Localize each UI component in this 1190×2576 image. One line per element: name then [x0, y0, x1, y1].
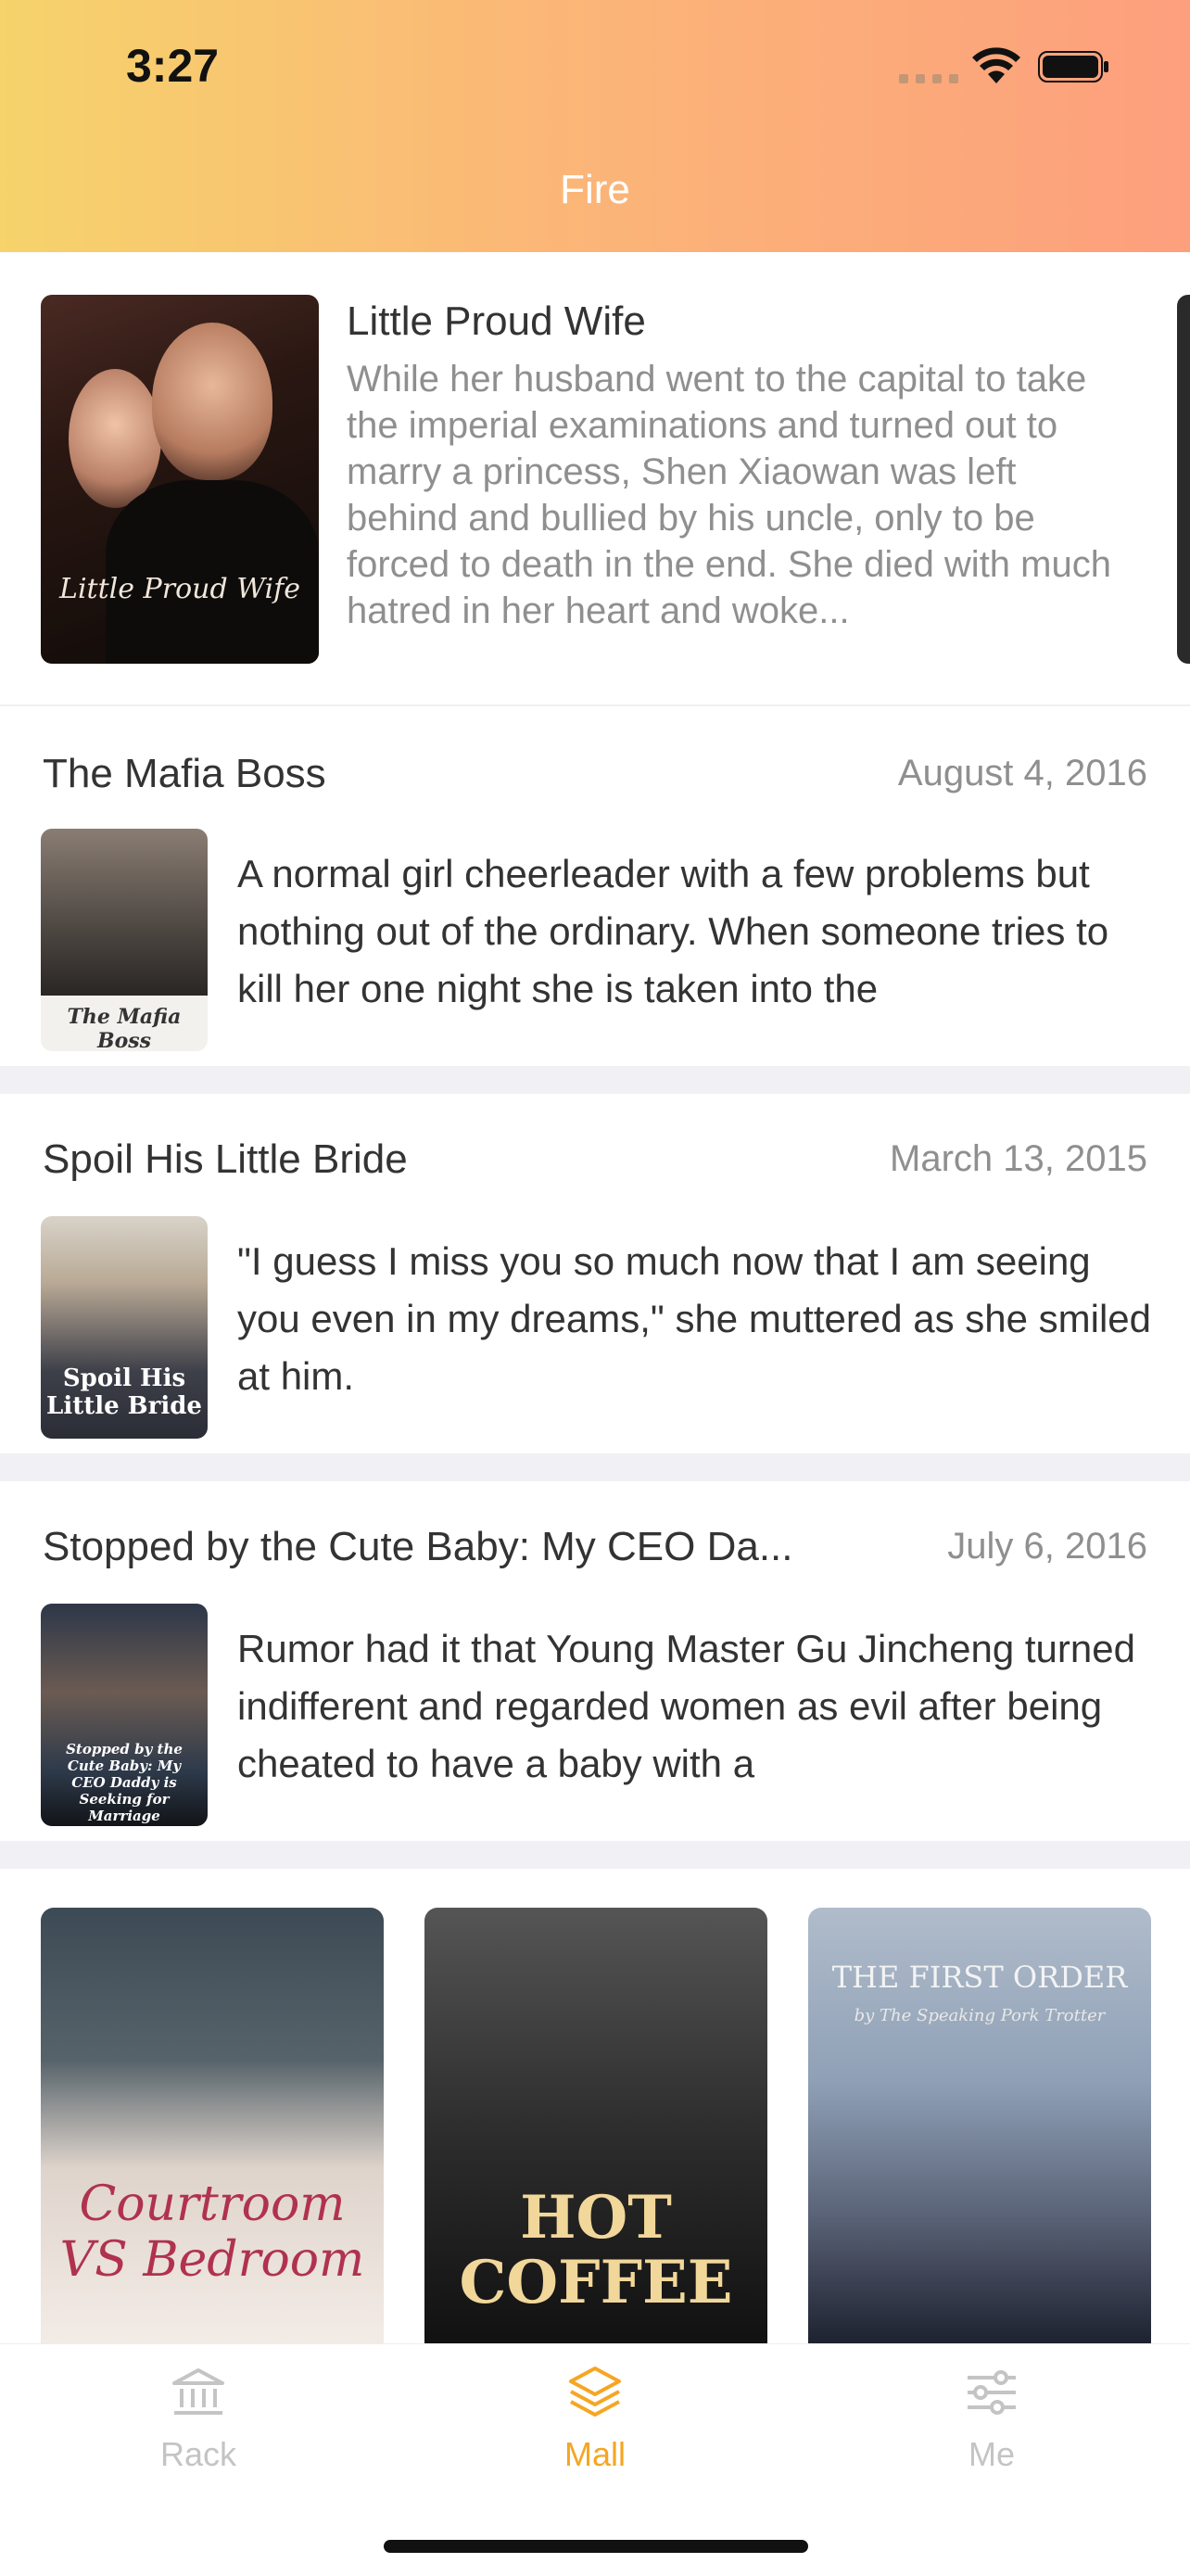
book-title: Spoil His Little Bride — [43, 1136, 408, 1182]
list-item[interactable]: Stopped by the Cute Baby: My CEO Da... J… — [0, 1481, 1190, 1841]
cover-figure — [69, 369, 161, 508]
tab-me[interactable]: Me — [899, 2363, 1084, 2474]
status-time: 3:27 — [126, 40, 220, 92]
list-item[interactable]: Spoil His Little Bride March 13, 2015 Sp… — [0, 1094, 1190, 1453]
list-item[interactable]: The Mafia Boss August 4, 2016 The Mafia … — [0, 706, 1190, 1066]
cover-title-text: THE FIRST ORDER — [831, 1960, 1128, 1995]
cover-subtitle-text: by The Speaking Pork Trotter — [854, 2006, 1106, 2025]
home-indicator[interactable] — [384, 2540, 808, 2553]
book-title: Stopped by the Cute Baby: My CEO Da... — [43, 1524, 793, 1569]
book-date: August 4, 2016 — [897, 753, 1147, 793]
book-cover-grid-item[interactable]: Courtroom VS Bedroom — [41, 1908, 384, 2343]
cover-figure-suit — [106, 480, 319, 664]
tab-mall[interactable]: Mall — [502, 2363, 688, 2474]
header: 3:27 Fire — [0, 0, 1190, 252]
book-cover-grid-item[interactable]: HOT COFFEE — [424, 1908, 767, 2343]
cover-title-text: Courtroom VS Bedroom — [59, 2176, 365, 2288]
cover-title-text: Spoil His Little Bride — [46, 1364, 202, 1420]
cover-title-text: Little Proud Wife — [59, 573, 300, 605]
section-separator — [0, 1453, 1190, 1481]
book-date: March 13, 2015 — [890, 1138, 1147, 1179]
battery-icon — [1038, 51, 1108, 82]
cover-title-text: The Mafia Boss — [67, 1005, 182, 1051]
sliders-icon — [968, 2370, 1016, 2415]
cover-title-text: HOT COFFEE — [459, 2183, 733, 2317]
tab-label: Rack — [159, 2435, 237, 2473]
book-cover-grid-item[interactable]: THE FIRST ORDER by The Speaking Pork Tro… — [808, 1908, 1151, 2343]
featured-book-description: While her husband went to the capital to… — [347, 359, 1111, 631]
section-separator — [0, 1066, 1190, 1094]
cover-figure — [152, 323, 272, 480]
book-cover-thumbnail[interactable]: The Mafia Boss — [41, 829, 208, 1051]
featured-book-cover[interactable]: Little Proud Wife — [41, 295, 319, 664]
book-cover-thumbnail[interactable]: Spoil His Little Bride — [41, 1216, 208, 1439]
featured-book-card[interactable]: Little Proud Wife Little Proud Wife Whil… — [0, 252, 1190, 704]
cover-title-text: Stopped by the Cute Baby: My CEO Daddy i… — [66, 1741, 183, 1824]
book-date: July 6, 2016 — [947, 1526, 1147, 1567]
tab-rack[interactable]: Rack — [106, 2363, 291, 2474]
tab-label: Me — [968, 2435, 1015, 2473]
cellular-signal-icon — [899, 74, 958, 87]
book-cover-thumbnail[interactable]: Stopped by the Cute Baby: My CEO Daddy i… — [41, 1604, 208, 1826]
tab-label: Mall — [563, 2435, 626, 2473]
next-featured-book-peek[interactable] — [1177, 295, 1190, 664]
featured-book-title[interactable]: Little Proud Wife — [347, 298, 646, 345]
bank-icon — [172, 2368, 224, 2415]
section-separator — [0, 1841, 1190, 1869]
book-title: The Mafia Boss — [43, 751, 326, 796]
book-excerpt: "I guess I miss you so much now that I a… — [237, 1239, 1152, 1398]
layers-icon — [569, 2367, 621, 2417]
book-excerpt: Rumor had it that Young Master Gu Jinche… — [237, 1627, 1135, 1785]
page-title: Fire — [560, 167, 630, 212]
book-excerpt: A normal girl cheerleader with a few pro… — [237, 852, 1109, 1010]
wifi-icon — [972, 47, 1020, 83]
